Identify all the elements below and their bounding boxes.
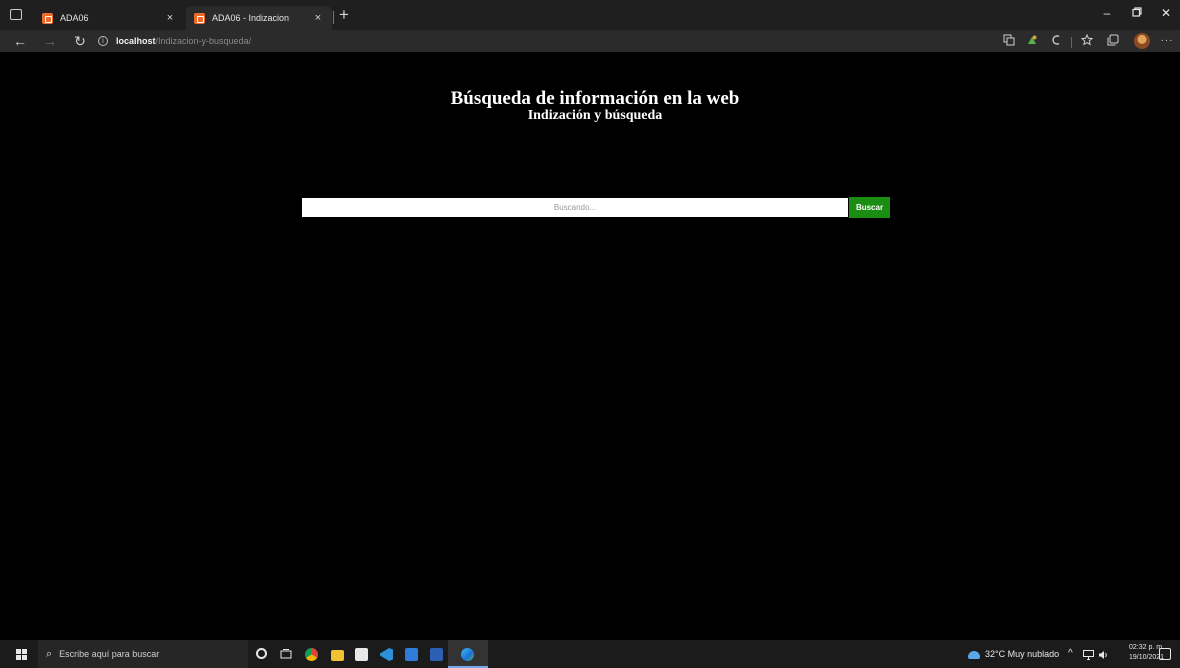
network-icon[interactable] xyxy=(1083,640,1094,668)
back-button[interactable]: ← xyxy=(10,31,30,51)
url-host: localhost xyxy=(116,36,156,46)
search-button[interactable]: Buscar xyxy=(849,197,890,218)
profile-avatar[interactable] xyxy=(1134,33,1150,49)
weather-widget[interactable]: 32°C Muy nublado xyxy=(968,640,1059,668)
browser-toolbar: ← → ↻ i localhost /Indizacion-y-busqueda… xyxy=(0,30,1180,52)
close-window-button[interactable]: ✕ xyxy=(1156,4,1176,22)
mail-icon[interactable] xyxy=(405,648,418,661)
weather-text: 32°C Muy nublado xyxy=(985,649,1060,659)
collections-icon[interactable] xyxy=(1106,34,1120,48)
store-icon[interactable] xyxy=(355,648,368,661)
toolbar-divider xyxy=(1071,37,1072,48)
volume-icon[interactable] xyxy=(1098,640,1109,668)
chrome-icon[interactable] xyxy=(305,648,318,661)
notifications-icon[interactable] xyxy=(1159,648,1171,660)
reload-button[interactable]: ↻ xyxy=(70,31,90,51)
word-icon[interactable] xyxy=(430,648,443,661)
windows-taskbar: ⌕ Escribe aquí para buscar 32°C Muy nubl… xyxy=(0,640,1180,668)
page-title: Búsqueda de información en la web xyxy=(450,88,740,109)
site-favicon-icon xyxy=(42,12,53,24)
cortana-icon[interactable] xyxy=(256,648,267,659)
search-icon: ⌕ xyxy=(46,647,53,660)
maximize-button[interactable] xyxy=(1127,4,1147,22)
taskbar-search[interactable]: ⌕ Escribe aquí para buscar xyxy=(38,640,248,668)
search-input[interactable] xyxy=(302,198,848,217)
start-button[interactable] xyxy=(16,649,27,660)
show-hidden-icons-icon[interactable]: ^ xyxy=(1068,640,1073,668)
close-tab-icon[interactable]: × xyxy=(164,12,176,24)
site-info-icon[interactable]: i xyxy=(98,36,108,46)
favorites-icon[interactable] xyxy=(1080,33,1094,48)
more-icon[interactable]: ··· xyxy=(1160,34,1174,48)
site-favicon-icon xyxy=(194,12,205,24)
translate-icon[interactable] xyxy=(1002,34,1016,48)
cloud-icon xyxy=(968,650,980,659)
file-explorer-icon[interactable] xyxy=(331,650,344,661)
vscode-icon[interactable] xyxy=(380,648,393,661)
task-view-icon[interactable] xyxy=(280,648,292,663)
maximize-icon xyxy=(1132,7,1142,17)
new-tab-button[interactable]: + xyxy=(339,5,349,25)
tab-label: ADA06 - Indizacion xyxy=(212,13,290,23)
url-path: /Indizacion-y-busqueda/ xyxy=(155,36,252,46)
tab-actions-icon[interactable] xyxy=(10,9,22,20)
edge-icon[interactable] xyxy=(461,648,474,661)
taskbar-search-placeholder: Escribe aquí para buscar xyxy=(59,649,160,659)
page-subtitle: Indización y búsqueda xyxy=(527,108,663,123)
web-page: Búsqueda de información en la web Indiza… xyxy=(0,52,1180,640)
extension-icon[interactable] xyxy=(1025,34,1039,48)
tab-label: ADA06 xyxy=(60,13,89,23)
minimize-button[interactable]: – xyxy=(1097,4,1117,22)
tab-divider xyxy=(333,11,334,24)
close-tab-icon[interactable]: × xyxy=(312,12,324,24)
reading-list-icon[interactable] xyxy=(1049,34,1063,48)
browser-tab-strip: ADA06 × ADA06 - Indizacion × + – ✕ xyxy=(0,0,1180,30)
tab-ada06-indizacion[interactable]: ADA06 - Indizacion × xyxy=(186,6,332,30)
tab-ada06[interactable]: ADA06 × xyxy=(34,6,184,30)
forward-button[interactable]: → xyxy=(40,31,60,51)
address-bar[interactable]: i localhost /Indizacion-y-busqueda/ xyxy=(98,33,251,49)
